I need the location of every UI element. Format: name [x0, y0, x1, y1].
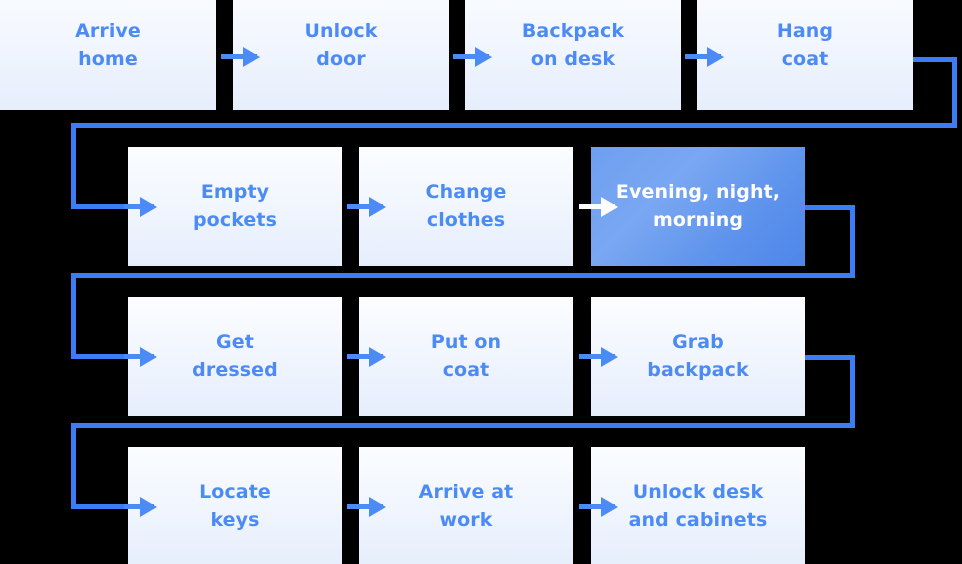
node-unlock-desk-and-cabinets[interactable]: Unlock desk and cabinets — [591, 447, 805, 564]
node-label: Unlock desk and cabinets — [628, 480, 768, 531]
node-label: Unlock door — [304, 20, 378, 70]
node-label: Get dressed — [192, 330, 278, 381]
node-label: Change clothes — [425, 180, 507, 231]
wrap-row2-to-row3-segment-drop — [71, 273, 76, 359]
wrap-row3-to-row4-segment-out — [805, 355, 855, 360]
node-label: Put on coat — [430, 330, 502, 381]
wrap-row3-to-row4-segment-down — [850, 355, 855, 428]
node-label: Empty pockets — [192, 180, 278, 231]
arrow-into-get-dressed — [124, 354, 154, 359]
wrap-row1-to-row2-segment-drop — [71, 123, 76, 209]
node-hang-coat[interactable]: Hang coat — [697, 0, 913, 110]
arrow-arrive-at-work-to-unlock-desk — [579, 504, 615, 509]
node-label: Locate keys — [199, 480, 271, 531]
arrow-put-on-coat-to-grab-backpack — [579, 354, 615, 359]
node-arrive-home[interactable]: Arrive home — [0, 0, 216, 110]
node-empty-pockets[interactable]: Empty pockets — [128, 147, 342, 266]
node-put-on-coat[interactable]: Put on coat — [359, 297, 573, 416]
arrow-backpack-on-desk-to-hang-coat — [685, 54, 721, 59]
arrow-arrive-home-to-unlock-door — [221, 54, 257, 59]
wrap-row2-to-row3-segment-down — [850, 205, 855, 278]
node-arrive-at-work[interactable]: Arrive at work — [359, 447, 573, 564]
wrap-row1-to-row2-segment-down — [952, 57, 957, 128]
node-backpack-on-desk[interactable]: Backpack on desk — [465, 0, 681, 110]
wrap-row3-to-row4-segment-across — [71, 423, 855, 428]
arrow-empty-pockets-to-change-clothes — [347, 204, 383, 209]
node-label: Hang coat — [776, 20, 834, 70]
arrow-unlock-door-to-backpack-on-desk — [453, 54, 489, 59]
node-unlock-door[interactable]: Unlock door — [233, 0, 449, 110]
wrap-row3-to-row4-segment-drop — [71, 423, 76, 509]
node-get-dressed[interactable]: Get dressed — [128, 297, 342, 416]
wrap-row2-to-row3-segment-out — [805, 205, 855, 210]
wrap-row1-to-row2-segment-across — [71, 123, 957, 128]
node-label: Arrive home — [75, 20, 141, 70]
node-label: Grab backpack — [647, 330, 749, 381]
node-grab-backpack[interactable]: Grab backpack — [591, 297, 805, 416]
arrow-into-locate-keys — [124, 504, 154, 509]
flowchart-canvas: Arrive home Unlock door Backpack on desk… — [0, 0, 962, 564]
node-change-clothes[interactable]: Change clothes — [359, 147, 573, 266]
arrow-locate-keys-to-arrive-at-work — [347, 504, 383, 509]
node-label: Evening, night, morning — [615, 180, 781, 231]
node-label: Backpack on desk — [521, 20, 625, 70]
arrow-get-dressed-to-put-on-coat — [347, 354, 383, 359]
arrow-into-empty-pockets — [124, 204, 154, 209]
node-evening-night-morning[interactable]: Evening, night, morning — [591, 147, 805, 266]
node-label: Arrive at work — [418, 480, 514, 531]
arrow-change-clothes-to-evening — [579, 204, 615, 209]
node-locate-keys[interactable]: Locate keys — [128, 447, 342, 564]
wrap-row1-to-row2-segment-out — [913, 57, 957, 62]
wrap-row2-to-row3-segment-across — [71, 273, 855, 278]
